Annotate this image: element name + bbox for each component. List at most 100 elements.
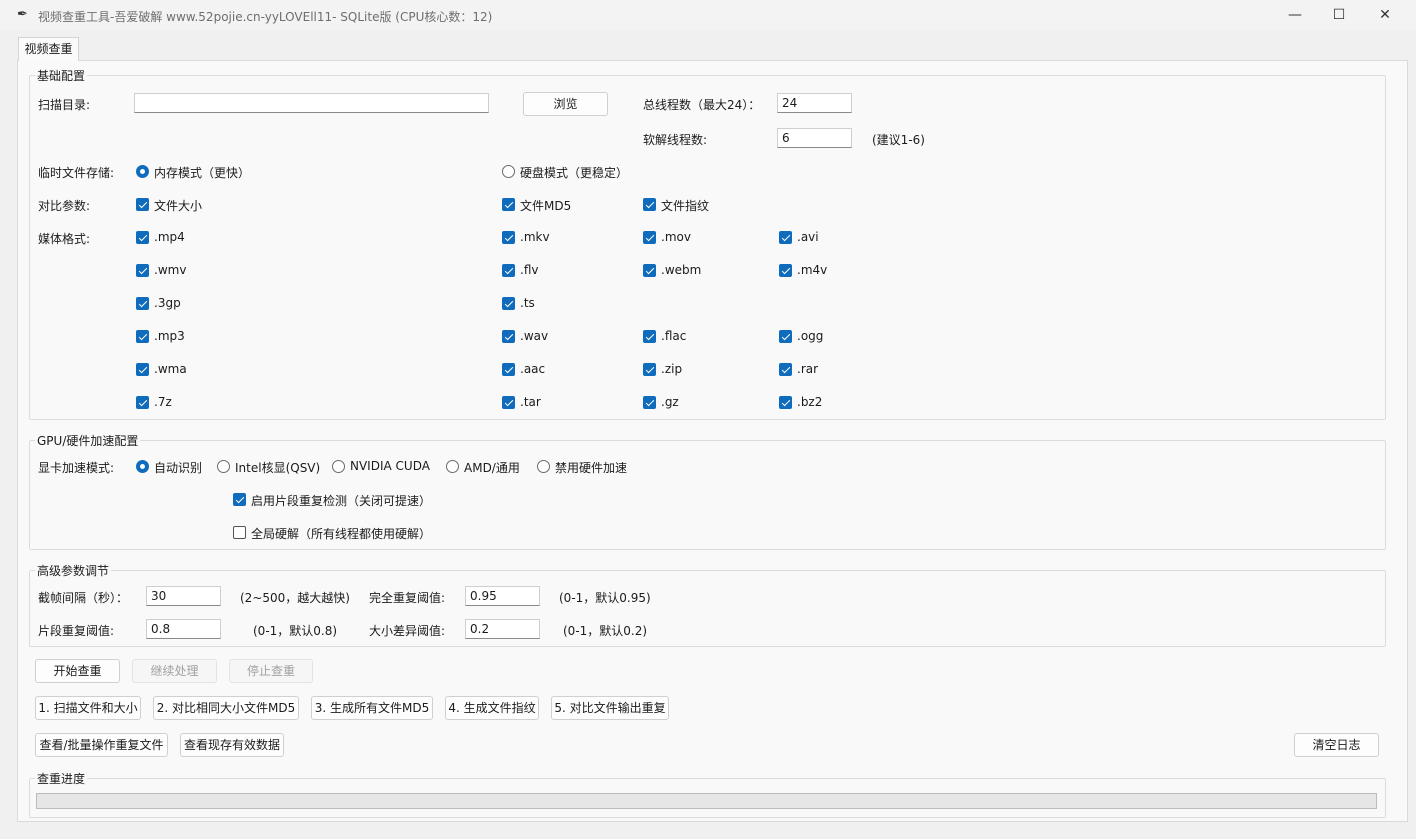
format-checkbox[interactable] (779, 363, 792, 376)
segment-detect-label[interactable]: 启用片段重复检测（关闭可提速） (251, 492, 431, 509)
total-threads-input[interactable] (777, 93, 852, 113)
gpu-auto-radio[interactable] (136, 460, 149, 473)
format-checkbox[interactable] (502, 264, 515, 277)
compare-size-label[interactable]: 文件大小 (154, 197, 202, 214)
frame-interval-label: 截帧间隔（秒）： (38, 591, 129, 605)
minimize-icon: — (1288, 7, 1302, 23)
format-label[interactable]: .flv (520, 263, 538, 277)
format-label[interactable]: .aac (520, 362, 545, 376)
format-label[interactable]: .zip (661, 362, 682, 376)
segment-detect-checkbox[interactable] (233, 493, 246, 506)
format-label[interactable]: .mov (661, 230, 691, 244)
format-label[interactable]: .mp4 (154, 230, 185, 244)
format-label[interactable]: .wav (520, 329, 548, 343)
memory-mode-label[interactable]: 内存模式（更快） (154, 164, 250, 181)
step5-output-button[interactable]: 5. 对比文件输出重复 (551, 696, 669, 720)
step4-fingerprint-button[interactable]: 4. 生成文件指纹 (445, 696, 539, 720)
gpu-nvidia-radio[interactable] (332, 460, 345, 473)
format-checkbox[interactable] (643, 396, 656, 409)
feather-icon: ✒ (17, 7, 28, 22)
scan-dir-input[interactable] (134, 93, 489, 113)
format-label[interactable]: .avi (797, 230, 819, 244)
view-duplicates-button[interactable]: 查看/批量操作重复文件 (35, 733, 168, 757)
format-checkbox[interactable] (136, 330, 149, 343)
tab-video-dedup[interactable]: 视频查重 (18, 37, 79, 61)
global-hw-checkbox[interactable] (233, 526, 246, 539)
format-label[interactable]: .mp3 (154, 329, 185, 343)
gpu-intel-radio[interactable] (217, 460, 230, 473)
format-label[interactable]: .webm (661, 263, 701, 277)
compare-md5-label[interactable]: 文件MD5 (520, 197, 571, 214)
format-checkbox[interactable] (643, 363, 656, 376)
gpu-auto-label[interactable]: 自动识别 (154, 459, 202, 476)
format-label[interactable]: .wmv (154, 263, 186, 277)
format-label[interactable]: .7z (154, 395, 172, 409)
advanced-section (29, 570, 1386, 647)
compare-size-checkbox[interactable] (136, 198, 149, 211)
format-label[interactable]: .ogg (797, 329, 823, 343)
soft-threads-input[interactable] (777, 128, 852, 148)
compare-fingerprint-label[interactable]: 文件指纹 (661, 197, 709, 214)
close-button[interactable]: ✕ (1362, 0, 1408, 30)
format-checkbox[interactable] (643, 330, 656, 343)
title-bar: ✒ 视频查重工具-吾爱破解 www.52pojie.cn-yyLOVEll11-… (0, 0, 1416, 30)
format-checkbox[interactable] (779, 231, 792, 244)
segment-dup-label: 片段重复阈值: (38, 624, 115, 638)
step3-gen-md5-button[interactable]: 3. 生成所有文件MD5 (311, 696, 433, 720)
stop-dedup-button[interactable]: 停止查重 (229, 659, 313, 683)
gpu-disable-label[interactable]: 禁用硬件加速 (555, 459, 627, 476)
format-checkbox[interactable] (502, 396, 515, 409)
gpu-amd-label[interactable]: AMD/通用 (464, 459, 520, 476)
minimize-button[interactable]: — (1272, 0, 1318, 30)
format-label[interactable]: .tar (520, 395, 541, 409)
clear-log-button[interactable]: 清空日志 (1294, 733, 1379, 757)
format-label[interactable]: .m4v (797, 263, 827, 277)
memory-mode-radio[interactable] (136, 165, 149, 178)
format-checkbox[interactable] (779, 330, 792, 343)
format-label[interactable]: .flac (661, 329, 686, 343)
format-label[interactable]: .mkv (520, 230, 550, 244)
format-label[interactable]: .gz (661, 395, 679, 409)
step1-scan-button[interactable]: 1. 扫描文件和大小 (35, 696, 141, 720)
compare-fingerprint-checkbox[interactable] (643, 198, 656, 211)
start-dedup-button[interactable]: 开始查重 (35, 659, 120, 683)
format-checkbox[interactable] (136, 297, 149, 310)
format-checkbox[interactable] (136, 231, 149, 244)
basic-config-title: 基础配置 (35, 67, 88, 84)
disk-mode-label[interactable]: 硬盘模式（更稳定） (520, 164, 628, 181)
full-dup-input[interactable] (465, 586, 540, 606)
format-label[interactable]: .wma (154, 362, 187, 376)
segment-dup-input[interactable] (146, 619, 221, 639)
gpu-disable-radio[interactable] (537, 460, 550, 473)
maximize-button[interactable]: ☐ (1316, 0, 1362, 30)
browse-button[interactable]: 浏览 (523, 92, 608, 116)
resume-button[interactable]: 继续处理 (132, 659, 217, 683)
gpu-nvidia-label[interactable]: NVIDIA CUDA (350, 459, 430, 473)
format-label[interactable]: .ts (520, 296, 535, 310)
temp-storage-label: 临时文件存储: (38, 166, 115, 180)
format-checkbox[interactable] (643, 264, 656, 277)
compare-md5-checkbox[interactable] (502, 198, 515, 211)
format-checkbox[interactable] (643, 231, 656, 244)
format-checkbox[interactable] (136, 363, 149, 376)
global-hw-label[interactable]: 全局硬解（所有线程都使用硬解） (251, 525, 431, 542)
gpu-amd-radio[interactable] (446, 460, 459, 473)
size-diff-input[interactable] (465, 619, 540, 639)
format-checkbox[interactable] (779, 396, 792, 409)
frame-interval-input[interactable] (146, 586, 221, 606)
format-label[interactable]: .rar (797, 362, 818, 376)
gpu-intel-label[interactable]: Intel核显(QSV) (235, 459, 320, 476)
format-checkbox[interactable] (502, 330, 515, 343)
format-label[interactable]: .bz2 (797, 395, 822, 409)
format-checkbox[interactable] (502, 297, 515, 310)
disk-mode-radio[interactable] (502, 165, 515, 178)
format-checkbox[interactable] (502, 363, 515, 376)
format-checkbox[interactable] (136, 396, 149, 409)
segment-dup-hint: (0-1，默认0.8) (253, 624, 338, 638)
format-label[interactable]: .3gp (154, 296, 181, 310)
format-checkbox[interactable] (136, 264, 149, 277)
view-valid-data-button[interactable]: 查看现存有效数据 (180, 733, 284, 757)
step2-compare-md5-button[interactable]: 2. 对比相同大小文件MD5 (153, 696, 299, 720)
format-checkbox[interactable] (502, 231, 515, 244)
format-checkbox[interactable] (779, 264, 792, 277)
